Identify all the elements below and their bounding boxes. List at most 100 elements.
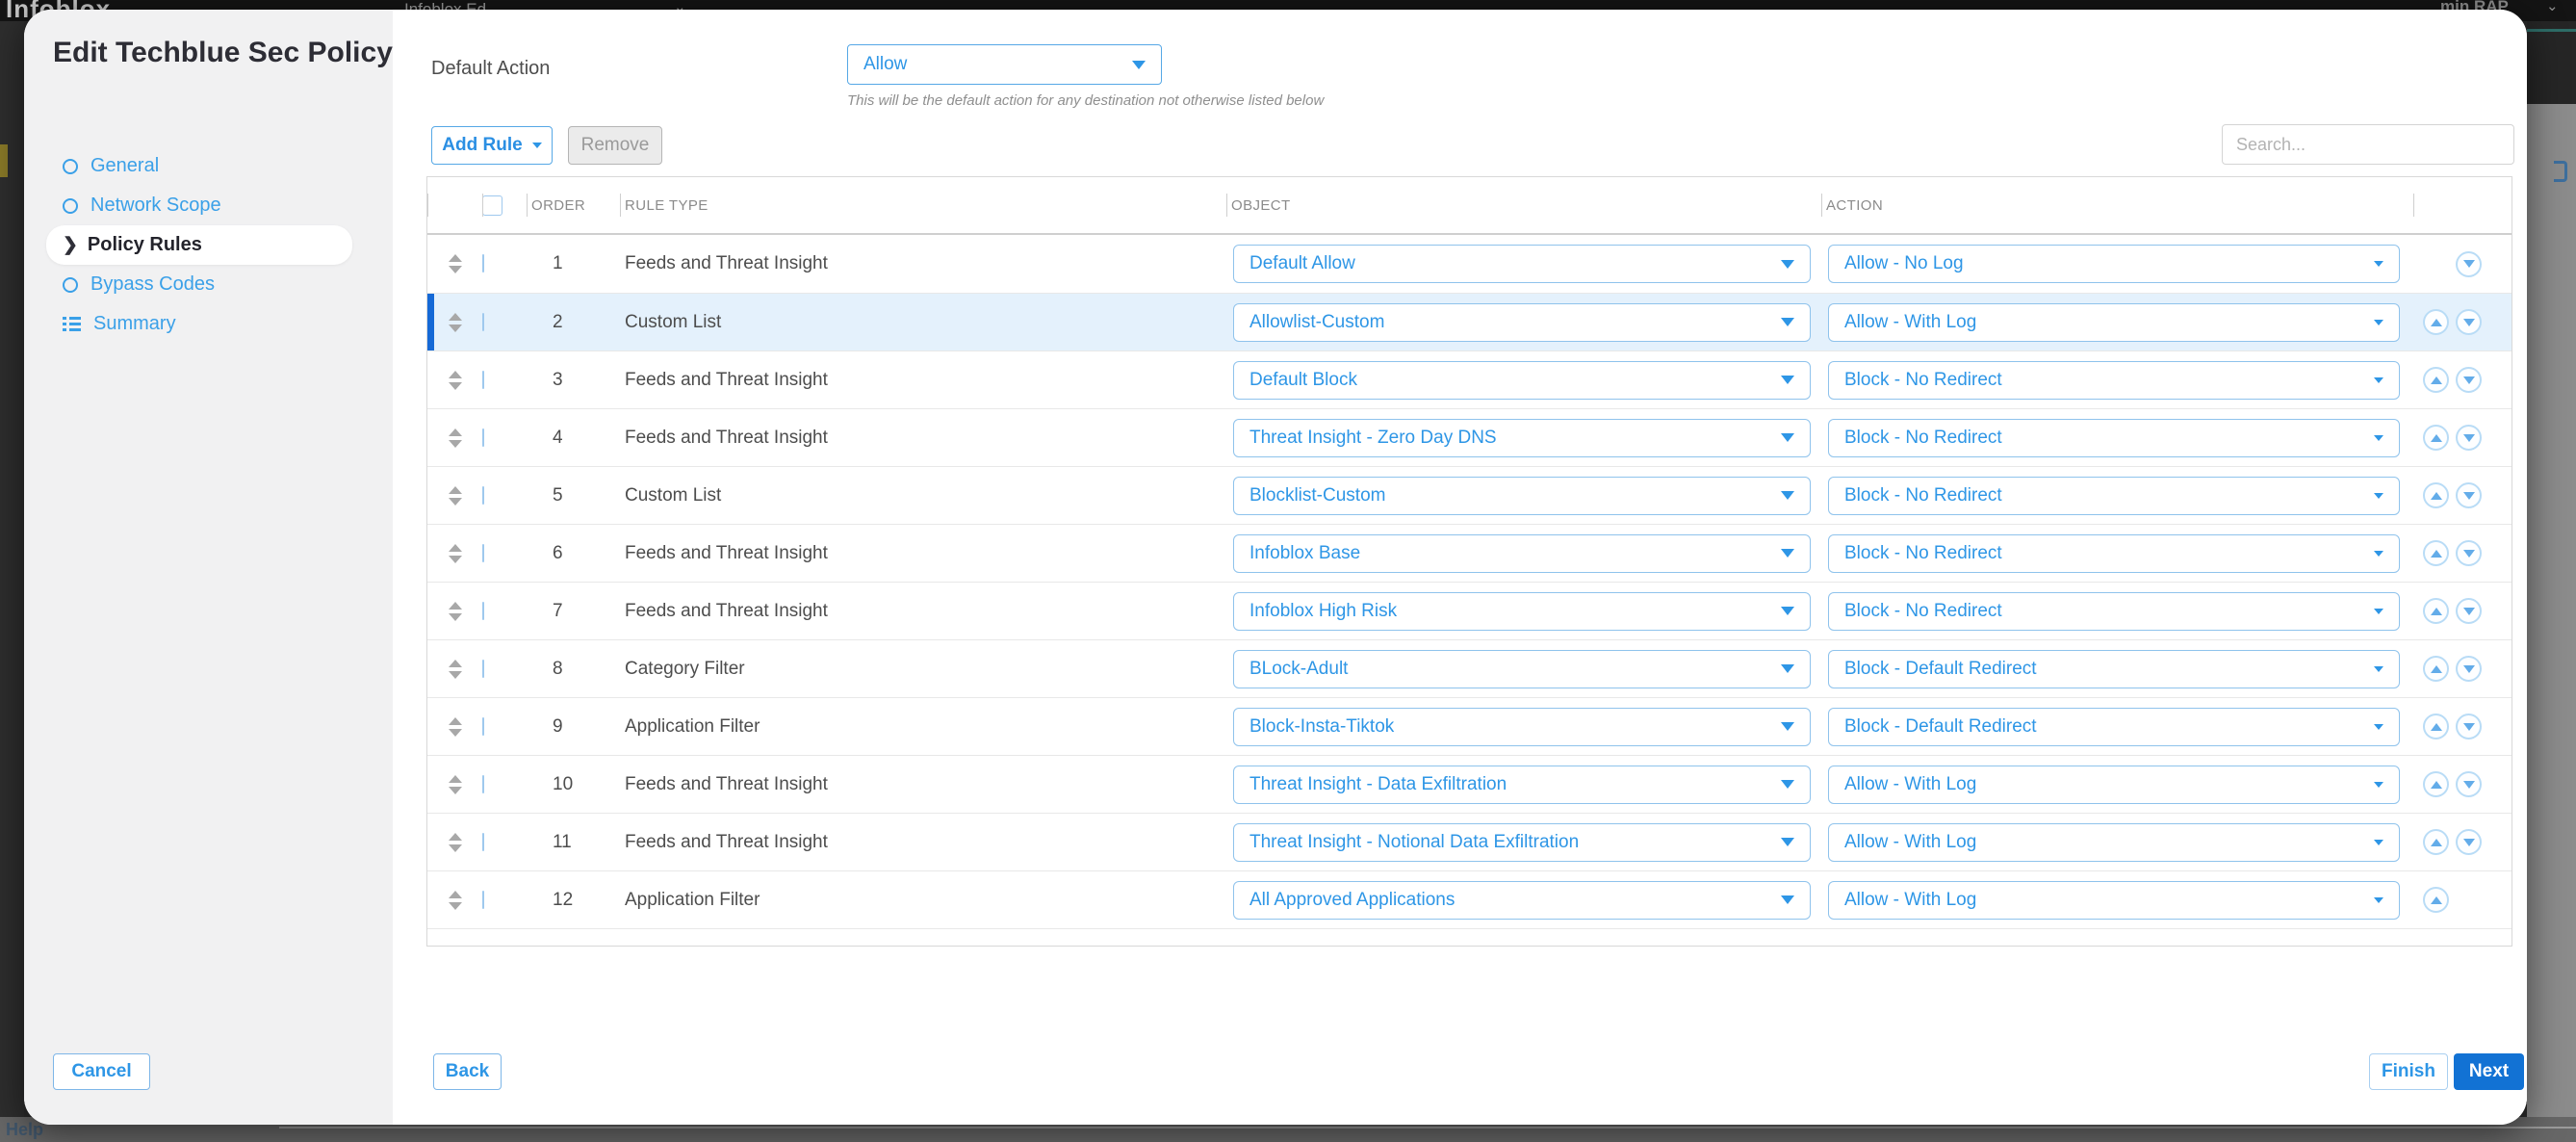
- move-down-button[interactable]: [2456, 656, 2482, 682]
- action-select[interactable]: Allow - With Log: [1828, 823, 2400, 862]
- action-select[interactable]: Block - No Redirect: [1828, 419, 2400, 457]
- object-select[interactable]: Default Block: [1233, 361, 1811, 400]
- action-select[interactable]: Block - Default Redirect: [1828, 650, 2400, 688]
- object-select[interactable]: Blocklist-Custom: [1233, 477, 1811, 515]
- action-select[interactable]: Block - No Redirect: [1828, 592, 2400, 631]
- drag-handle-icon[interactable]: [449, 775, 462, 794]
- row-checkbox[interactable]: [482, 486, 484, 505]
- reorder-buttons: [2413, 351, 2513, 408]
- move-up-button[interactable]: [2423, 714, 2449, 740]
- drag-handle-icon[interactable]: [449, 833, 462, 852]
- cancel-button[interactable]: Cancel: [53, 1053, 150, 1090]
- object-select[interactable]: Threat Insight - Data Exfiltration: [1233, 766, 1811, 804]
- add-rule-button[interactable]: Add Rule: [431, 126, 553, 165]
- move-down-button[interactable]: [2456, 309, 2482, 335]
- object-select[interactable]: Infoblox Base: [1233, 534, 1811, 573]
- row-checkbox[interactable]: [482, 602, 484, 620]
- row-checkbox[interactable]: [482, 891, 484, 909]
- drag-handle-icon[interactable]: [449, 660, 462, 679]
- next-button[interactable]: Next: [2454, 1053, 2524, 1090]
- sidebar-item-summary[interactable]: Summary: [24, 304, 393, 344]
- action-select[interactable]: Block - No Redirect: [1828, 477, 2400, 515]
- object-select[interactable]: Allowlist-Custom: [1233, 303, 1811, 342]
- row-checkbox[interactable]: [482, 660, 484, 678]
- table-row[interactable]: 3 Feeds and Threat Insight Default Block…: [427, 350, 2512, 408]
- table-row[interactable]: 9 Application Filter Block-Insta-Tiktok …: [427, 697, 2512, 755]
- action-select[interactable]: Block - Default Redirect: [1828, 708, 2400, 746]
- drag-handle-icon[interactable]: [449, 717, 462, 737]
- sidebar-item-bypass-codes[interactable]: Bypass Codes: [24, 265, 393, 304]
- table-row[interactable]: 7 Feeds and Threat Insight Infoblox High…: [427, 582, 2512, 639]
- move-down-button[interactable]: [2456, 829, 2482, 855]
- default-action-select[interactable]: Allow: [847, 44, 1162, 85]
- action-select[interactable]: Allow - With Log: [1828, 303, 2400, 342]
- move-up-button[interactable]: [2423, 829, 2449, 855]
- action-select[interactable]: Allow - No Log: [1828, 245, 2400, 283]
- row-checkbox[interactable]: [482, 775, 484, 793]
- move-up-button[interactable]: [2423, 367, 2449, 393]
- object-select[interactable]: Infoblox High Risk: [1233, 592, 1811, 631]
- move-down-button[interactable]: [2456, 714, 2482, 740]
- row-checkbox[interactable]: [482, 371, 484, 389]
- move-down-button[interactable]: [2456, 482, 2482, 508]
- object-select[interactable]: All Approved Applications: [1233, 881, 1811, 920]
- reorder-buttons: [2413, 698, 2513, 755]
- row-checkbox[interactable]: [482, 717, 484, 736]
- row-checkbox[interactable]: [482, 428, 484, 447]
- drag-handle-icon[interactable]: [449, 544, 462, 563]
- table-row[interactable]: 12 Application Filter All Approved Appli…: [427, 870, 2512, 928]
- row-checkbox[interactable]: [482, 833, 484, 851]
- sidebar-item-general[interactable]: General: [24, 146, 393, 186]
- move-up-button[interactable]: [2423, 309, 2449, 335]
- table-row[interactable]: 1 Feeds and Threat Insight Default Allow…: [427, 235, 2512, 293]
- move-down-button[interactable]: [2456, 251, 2482, 277]
- table-row[interactable]: 2 Custom List Allowlist-Custom Allow - W…: [427, 293, 2512, 350]
- move-up-button[interactable]: [2423, 887, 2449, 913]
- object-select[interactable]: Threat Insight - Zero Day DNS: [1233, 419, 1811, 457]
- drag-handle-icon[interactable]: [449, 254, 462, 273]
- move-up-button[interactable]: [2423, 425, 2449, 451]
- object-select[interactable]: Threat Insight - Notional Data Exfiltrat…: [1233, 823, 1811, 862]
- drag-handle-icon[interactable]: [449, 486, 462, 506]
- object-select[interactable]: Default Allow: [1233, 245, 1811, 283]
- sidebar-item-policy-rules[interactable]: ❯ Policy Rules: [46, 225, 352, 265]
- drag-handle-icon[interactable]: [449, 891, 462, 910]
- table-row[interactable]: 10 Feeds and Threat Insight Threat Insig…: [427, 755, 2512, 813]
- move-up-button[interactable]: [2423, 656, 2449, 682]
- object-value: BLock-Adult: [1249, 659, 1781, 680]
- row-checkbox[interactable]: [482, 313, 484, 331]
- table-row[interactable]: 11 Feeds and Threat Insight Threat Insig…: [427, 813, 2512, 870]
- action-select[interactable]: Allow - With Log: [1828, 766, 2400, 804]
- move-up-button[interactable]: [2423, 540, 2449, 566]
- object-select[interactable]: Block-Insta-Tiktok: [1233, 708, 1811, 746]
- move-down-button[interactable]: [2456, 367, 2482, 393]
- move-up-button[interactable]: [2423, 598, 2449, 624]
- move-down-button[interactable]: [2456, 771, 2482, 797]
- action-select[interactable]: Block - No Redirect: [1828, 534, 2400, 573]
- back-button[interactable]: Back: [433, 1053, 502, 1090]
- drag-handle-icon[interactable]: [449, 313, 462, 332]
- table-row[interactable]: 5 Custom List Blocklist-Custom Block - N…: [427, 466, 2512, 524]
- action-select[interactable]: Block - No Redirect: [1828, 361, 2400, 400]
- table-row[interactable]: 6 Feeds and Threat Insight Infoblox Base…: [427, 524, 2512, 582]
- search-input[interactable]: [2222, 124, 2514, 165]
- finish-button[interactable]: Finish: [2369, 1053, 2448, 1090]
- object-select[interactable]: BLock-Adult: [1233, 650, 1811, 688]
- table-row[interactable]: 4 Feeds and Threat Insight Threat Insigh…: [427, 408, 2512, 466]
- drag-handle-icon[interactable]: [449, 428, 462, 448]
- move-down-button[interactable]: [2456, 540, 2482, 566]
- move-up-button[interactable]: [2423, 771, 2449, 797]
- drag-handle-icon[interactable]: [449, 371, 462, 390]
- chevron-down-icon: [2374, 724, 2383, 730]
- drag-handle-icon[interactable]: [449, 602, 462, 621]
- row-checkbox[interactable]: [482, 254, 484, 273]
- table-row[interactable]: 8 Category Filter BLock-Adult Block - De…: [427, 639, 2512, 697]
- move-up-button[interactable]: [2423, 482, 2449, 508]
- move-down-button[interactable]: [2456, 425, 2482, 451]
- remove-button[interactable]: Remove: [568, 126, 662, 165]
- move-down-button[interactable]: [2456, 598, 2482, 624]
- select-all-checkbox[interactable]: [482, 195, 502, 216]
- row-checkbox[interactable]: [482, 544, 484, 562]
- sidebar-item-network-scope[interactable]: Network Scope: [24, 186, 393, 225]
- action-select[interactable]: Allow - With Log: [1828, 881, 2400, 920]
